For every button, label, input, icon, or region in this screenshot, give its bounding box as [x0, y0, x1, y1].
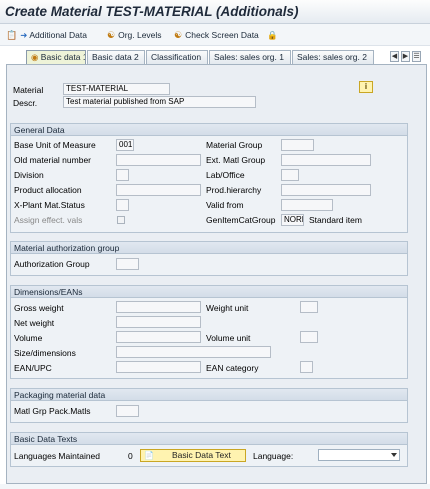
valid-from-label: Valid from	[206, 200, 244, 210]
lab-office-label: Lab/Office	[206, 170, 245, 180]
languages-maintained-label: Languages Maintained	[14, 451, 101, 461]
tab-scroll-left-icon[interactable]: ◀	[390, 51, 399, 62]
lock-icon: 🔒	[267, 29, 278, 40]
dimensions-title: Dimensions/EANs	[11, 286, 407, 298]
xplant-status-label: X-Plant Mat.Status	[14, 200, 85, 210]
descr-label: Descr.	[13, 98, 38, 108]
prod-hierarchy-field[interactable]	[281, 184, 371, 196]
old-material-number-field[interactable]	[116, 154, 201, 166]
basic-data-texts-group: Basic Data Texts Languages Maintained 0 …	[10, 432, 408, 467]
dimensions-eans-group: Dimensions/EANs Gross weight Net weight …	[10, 285, 408, 379]
ean-category-label: EAN category	[206, 363, 259, 373]
language-dropdown[interactable]	[318, 449, 400, 461]
packaging-material-group: Packaging material data Matl Grp Pack.Ma…	[10, 388, 408, 423]
ext-matl-group-label: Ext. Matl Group	[206, 155, 266, 165]
tab-strip: ◉ Basic data 1 Basic data 2 Classificati…	[6, 50, 426, 64]
size-dimensions-label: Size/dimensions	[14, 348, 76, 358]
tab-sales-org-2[interactable]: Sales: sales org. 2	[292, 50, 374, 64]
document-arrow-icon: 📋	[6, 29, 18, 40]
base-uom-label: Base Unit of Measure	[14, 140, 96, 150]
bottom-edge	[0, 484, 430, 489]
volume-unit-label: Volume unit	[206, 333, 251, 343]
title-bar: Create Material TEST-MATERIAL (Additiona…	[0, 0, 430, 24]
tab-basic-data-2[interactable]: Basic data 2	[87, 50, 145, 64]
division-field[interactable]	[116, 169, 129, 181]
volume-field[interactable]	[116, 331, 201, 343]
tab-status-icon: ◉	[31, 52, 39, 62]
gross-weight-field[interactable]	[116, 301, 201, 313]
tab-scroll-right-icon[interactable]: ▶	[401, 51, 410, 62]
tab-classification[interactable]: Classification	[146, 50, 208, 64]
material-group-label: Material Group	[206, 140, 263, 150]
lock-button[interactable]: 🔒	[267, 28, 278, 42]
packaging-title: Packaging material data	[11, 389, 407, 401]
gen-item-cat-group-field[interactable]: NORM	[281, 214, 304, 226]
weight-unit-field[interactable]	[300, 301, 318, 313]
product-allocation-field[interactable]	[116, 184, 201, 196]
authorization-group-label: Authorization Group	[14, 259, 90, 269]
check-screen-data-button[interactable]: ☯ Check Screen Data	[174, 28, 259, 42]
matl-grp-pack-label: Matl Grp Pack.Matls	[14, 406, 91, 416]
general-data-title: General Data	[11, 124, 407, 136]
chevron-down-icon	[391, 453, 397, 457]
page-title: Create Material TEST-MATERIAL (Additiona…	[5, 4, 299, 19]
gen-item-cat-text: Standard item	[309, 215, 362, 225]
tab-content: Material TEST-MATERIAL i Descr. Test mat…	[6, 64, 427, 484]
old-material-number-label: Old material number	[14, 155, 92, 165]
ext-matl-group-field[interactable]	[281, 154, 371, 166]
assign-effect-vals-checkbox[interactable]	[117, 216, 125, 224]
volume-unit-field[interactable]	[300, 331, 318, 343]
basic-data-text-button[interactable]: 📄 Basic Data Text	[140, 449, 246, 462]
weight-unit-label: Weight unit	[206, 303, 249, 313]
net-weight-label: Net weight	[14, 318, 55, 328]
auth-group-title: Material authorization group	[11, 242, 407, 254]
tab-sales-org-1[interactable]: Sales: sales org. 1	[209, 50, 291, 64]
base-uom-field[interactable]: 001	[116, 139, 134, 151]
assign-effect-vals-label: Assign effect. vals	[14, 215, 83, 225]
net-weight-field[interactable]	[116, 316, 201, 328]
material-group-field[interactable]	[281, 139, 314, 151]
tab-basic-data-1[interactable]: ◉ Basic data 1	[26, 50, 86, 64]
additional-data-button[interactable]: 📋 ➜ Additional Data	[6, 28, 87, 42]
ean-upc-label: EAN/UPC	[14, 363, 52, 373]
gross-weight-label: Gross weight	[14, 303, 64, 313]
valid-from-field[interactable]	[281, 199, 333, 211]
size-dimensions-field[interactable]	[116, 346, 271, 358]
general-data-group: General Data Base Unit of Measure 001 Ol…	[10, 123, 408, 233]
application-toolbar: 📋 ➜ Additional Data ☯ Org. Levels ☯ Check Sc…	[0, 24, 430, 46]
text-document-icon: 📄	[144, 451, 154, 460]
matl-grp-pack-field[interactable]	[116, 405, 139, 417]
prod-hierarchy-label: Prod.hierarchy	[206, 185, 262, 195]
gen-item-cat-group-label: GenItemCatGroup	[206, 215, 276, 225]
authorization-group-field[interactable]	[116, 258, 139, 270]
tab-list-icon[interactable]: ☰	[412, 51, 421, 62]
division-label: Division	[14, 170, 44, 180]
arrow-right-icon: ➜	[20, 29, 28, 40]
check-data-icon: ☯	[174, 29, 183, 40]
product-allocation-label: Product allocation	[14, 185, 82, 195]
info-icon[interactable]: i	[359, 81, 373, 93]
languages-count: 0	[128, 451, 133, 461]
material-authorization-group: Material authorization group Authorizati…	[10, 241, 408, 276]
lab-office-field[interactable]	[281, 169, 299, 181]
material-label: Material	[13, 85, 44, 95]
org-levels-button[interactable]: ☯ Org. Levels	[107, 28, 162, 42]
ean-category-field[interactable]	[300, 361, 313, 373]
ean-upc-field[interactable]	[116, 361, 201, 373]
language-label: Language:	[253, 451, 294, 461]
xplant-status-field[interactable]	[116, 199, 129, 211]
basic-data-texts-title: Basic Data Texts	[11, 433, 407, 445]
org-levels-icon: ☯	[107, 29, 116, 40]
material-field: TEST-MATERIAL	[63, 83, 170, 95]
volume-label: Volume	[14, 333, 43, 343]
description-field: Test material published from SAP	[63, 96, 256, 108]
